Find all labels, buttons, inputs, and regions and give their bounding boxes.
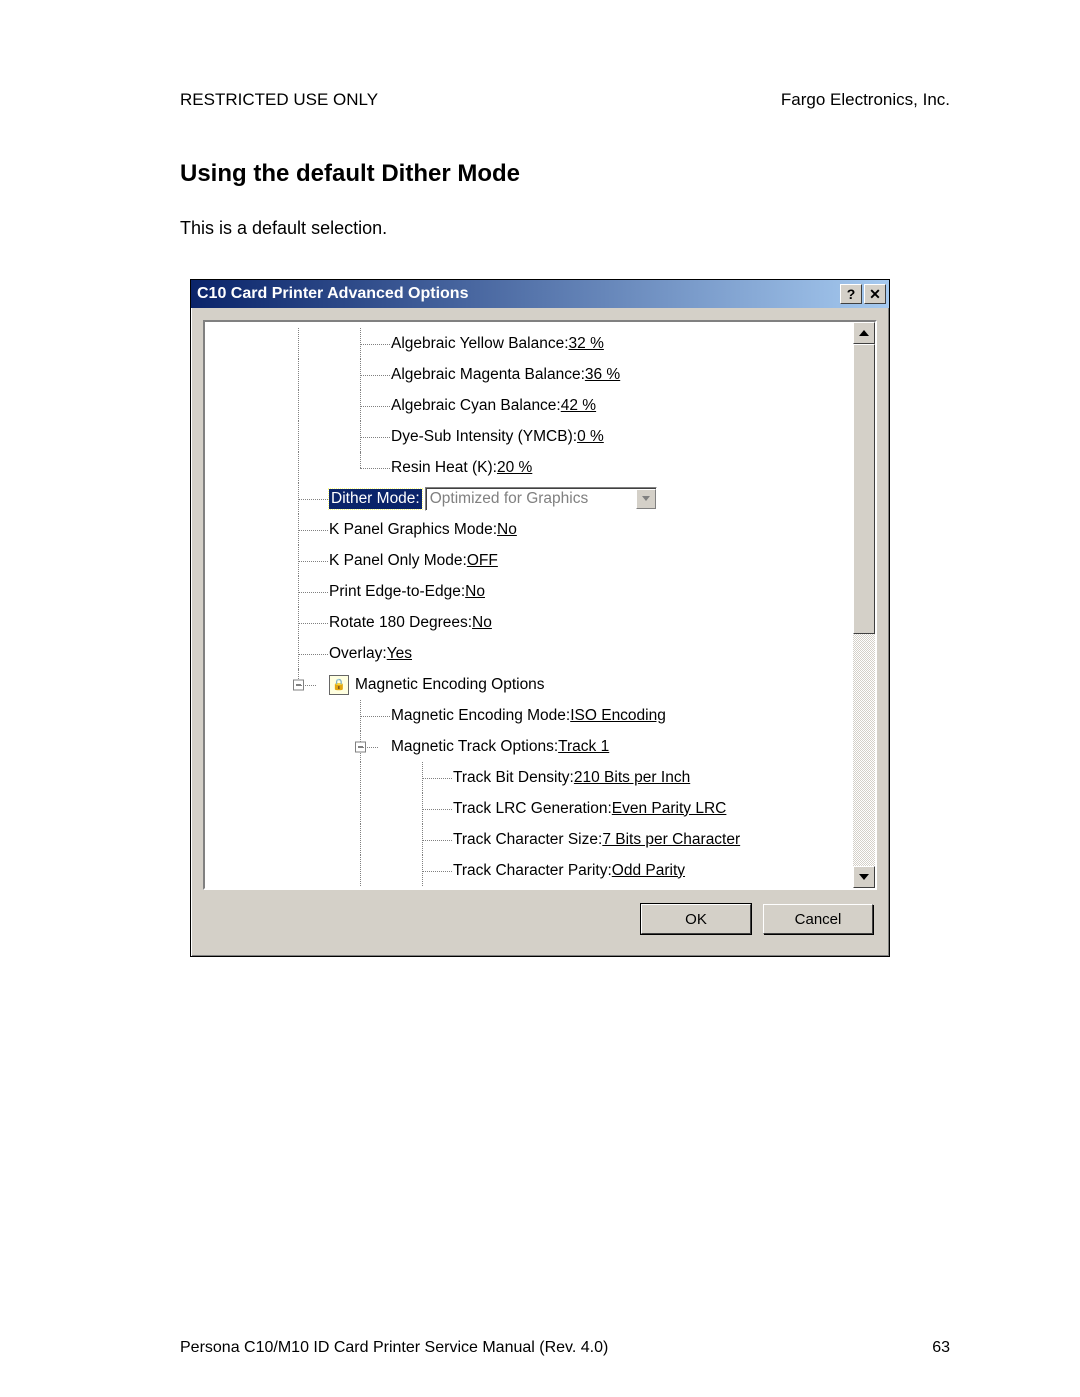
tree-item-label: Algebraic Magenta Balance:	[391, 366, 585, 384]
cancel-button[interactable]: Cancel	[763, 904, 873, 934]
tree-item-value: 36 %	[585, 366, 620, 384]
tree-item-value: No	[472, 614, 492, 632]
scroll-track[interactable]	[853, 344, 875, 866]
arrow-up-icon	[859, 330, 869, 336]
dither-mode-dropdown[interactable]: Optimized for Graphics	[425, 487, 657, 511]
tree-item-label: Resin Heat (K):	[391, 459, 497, 477]
tree-item-label: Print Edge-to-Edge:	[329, 583, 465, 601]
tree-item-value: 210 Bits per Inch	[574, 769, 690, 787]
help-icon: ?	[847, 286, 856, 302]
tree-item-k-panel-only[interactable]: K Panel Only Mode: OFF	[205, 545, 853, 576]
page-footer: Persona C10/M10 ID Card Printer Service …	[180, 1339, 950, 1357]
tree-item-label: Rotate 180 Degrees:	[329, 614, 472, 632]
tree-item-label: Overlay:	[329, 645, 387, 663]
tree-item-value: No	[465, 583, 485, 601]
tree-item-value: OFF	[467, 552, 498, 570]
tree-item-k-panel-graphics[interactable]: K Panel Graphics Mode: No	[205, 514, 853, 545]
tree-item-label: Track Character Parity:	[453, 862, 612, 880]
tree-item-algebraic-cyan[interactable]: Algebraic Cyan Balance: 42 %	[205, 390, 853, 421]
dither-mode-value: Optimized for Graphics	[426, 490, 636, 508]
tree-item-label: Magnetic Encoding Options	[355, 676, 545, 694]
body-text: This is a default selection.	[180, 218, 950, 239]
tree-item-mag-encoding-mode[interactable]: Magnetic Encoding Mode: ISO Encoding	[205, 700, 853, 731]
tree-item-label: Track Bit Density:	[453, 769, 574, 787]
tree-item-value: 32 %	[569, 335, 604, 353]
tree-item-magnetic-encoding-options[interactable]: 🔒 Magnetic Encoding Options	[205, 669, 853, 700]
tree-item-track-lrc[interactable]: Track LRC Generation: Even Parity LRC	[205, 793, 853, 824]
header-left: RESTRICTED USE ONLY	[180, 90, 378, 110]
tree-item-label: Magnetic Encoding Mode:	[391, 707, 570, 725]
options-tree[interactable]: Algebraic Yellow Balance: 32 % Algebraic…	[203, 320, 877, 890]
collapse-icon[interactable]	[293, 679, 304, 690]
tree-item-print-edge[interactable]: Print Edge-to-Edge: No	[205, 576, 853, 607]
tree-item-value: 20 %	[497, 459, 532, 477]
tree-item-value: Odd Parity	[612, 862, 685, 880]
scroll-thumb[interactable]	[853, 344, 875, 634]
lock-icon: 🔒	[329, 675, 349, 695]
tree-item-label: Algebraic Cyan Balance:	[391, 397, 561, 415]
help-button[interactable]: ?	[840, 284, 862, 304]
tree-item-label: K Panel Graphics Mode:	[329, 521, 497, 539]
tree-item-track-bit-density[interactable]: Track Bit Density: 210 Bits per Inch	[205, 762, 853, 793]
close-button[interactable]: ✕	[864, 284, 886, 304]
page-number: 63	[932, 1339, 950, 1357]
scroll-up-button[interactable]	[853, 322, 875, 344]
tree-item-rotate-180[interactable]: Rotate 180 Degrees: No	[205, 607, 853, 638]
header-right: Fargo Electronics, Inc.	[781, 90, 950, 110]
tree-item-algebraic-yellow[interactable]: Algebraic Yellow Balance: 32 %	[205, 328, 853, 359]
titlebar: C10 Card Printer Advanced Options ? ✕	[191, 280, 889, 308]
ok-button[interactable]: OK	[641, 904, 751, 934]
tree-item-track-char-parity[interactable]: Track Character Parity: Odd Parity	[205, 855, 853, 886]
footer-left: Persona C10/M10 ID Card Printer Service …	[180, 1339, 608, 1357]
tree-item-label: Track Character Size:	[453, 831, 602, 849]
tree-item-value: Yes	[387, 645, 412, 663]
tree-item-value: 7 Bits per Character	[602, 831, 740, 849]
tree-item-dye-sub[interactable]: Dye-Sub Intensity (YMCB): 0 %	[205, 421, 853, 452]
scrollbar[interactable]	[853, 322, 875, 888]
arrow-down-icon	[859, 874, 869, 880]
tree-item-label: Track LRC Generation:	[453, 800, 612, 818]
tree-item-label: Magnetic Track Options:	[391, 738, 558, 756]
tree-item-value: ISO Encoding	[570, 707, 666, 725]
scroll-down-button[interactable]	[853, 866, 875, 888]
tree-item-algebraic-magenta[interactable]: Algebraic Magenta Balance: 36 %	[205, 359, 853, 390]
tree-item-label: Dye-Sub Intensity (YMCB):	[391, 428, 577, 446]
tree-item-track-char-size[interactable]: Track Character Size: 7 Bits per Charact…	[205, 824, 853, 855]
tree-item-resin-heat[interactable]: Resin Heat (K): 20 %	[205, 452, 853, 483]
tree-item-dither-mode[interactable]: Dither Mode: Optimized for Graphics	[205, 483, 853, 514]
tree-item-label: Algebraic Yellow Balance:	[391, 335, 569, 353]
advanced-options-dialog: C10 Card Printer Advanced Options ? ✕ Al…	[190, 279, 890, 957]
page-header: RESTRICTED USE ONLY Fargo Electronics, I…	[180, 90, 950, 110]
dialog-title: C10 Card Printer Advanced Options	[197, 285, 838, 303]
tree-item-value: Track 1	[558, 738, 609, 756]
tree-item-value: Even Parity LRC	[612, 800, 727, 818]
dither-mode-label: Dither Mode:	[329, 489, 422, 509]
chevron-down-icon	[636, 489, 656, 509]
tree-item-label: K Panel Only Mode:	[329, 552, 467, 570]
collapse-icon[interactable]	[355, 741, 366, 752]
tree-item-value: 0 %	[577, 428, 604, 446]
tree-item-overlay[interactable]: Overlay: Yes	[205, 638, 853, 669]
close-icon: ✕	[869, 286, 881, 303]
tree-item-mag-track-options[interactable]: Magnetic Track Options: Track 1	[205, 731, 853, 762]
tree-item-value: 42 %	[561, 397, 596, 415]
tree-item-value: No	[497, 521, 517, 539]
section-heading: Using the default Dither Mode	[180, 160, 950, 188]
